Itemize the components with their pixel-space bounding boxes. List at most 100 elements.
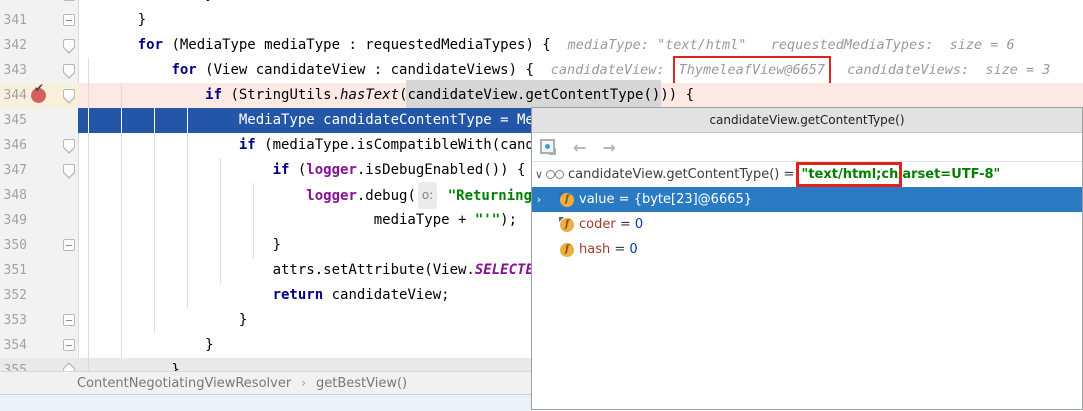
code-segment: }: [104, 12, 146, 28]
fold-marker-icon[interactable]: [63, 314, 75, 326]
variable-name: value: [579, 192, 615, 207]
breadcrumb-separator-icon: ›: [301, 376, 306, 390]
ide-debug-screen: { "colors": { "exec_line_blue": "#2356a6…: [0, 0, 1083, 410]
gutter-cell: 352: [0, 283, 78, 308]
code-segment: "'": [475, 212, 500, 228]
breakpoint-icon[interactable]: [31, 88, 46, 103]
fold-marker-icon[interactable]: [63, 14, 75, 26]
line-number: 340: [0, 0, 27, 8]
gutter-cell: 355: [0, 358, 78, 371]
variable-row[interactable]: fcoder = 0: [532, 212, 1082, 237]
back-arrow-icon[interactable]: ←: [573, 138, 586, 157]
gutter-cell: 341: [0, 8, 78, 33]
fold-marker-icon[interactable]: [63, 164, 75, 179]
code-line-text-area[interactable]: if (StringUtils.hasText(candidateView.ge…: [78, 83, 1083, 108]
forward-arrow-icon[interactable]: →: [602, 138, 615, 157]
gutter-cell: 348: [0, 183, 78, 208]
code-segment: );: [500, 212, 517, 228]
code-segment: (: [289, 162, 306, 178]
code-line-text-area[interactable]: for (MediaType mediaType : requestedMedi…: [78, 33, 1083, 58]
code-line[interactable]: 341 }: [0, 8, 1083, 33]
equals-sign: =: [616, 217, 635, 232]
code-line[interactable]: 342 for (MediaType mediaType : requested…: [0, 33, 1083, 58]
fold-marker-icon[interactable]: [63, 339, 75, 351]
popup-title[interactable]: candidateView.getContentType(): [532, 108, 1082, 133]
result-value: arset=UTF-8": [902, 167, 1000, 182]
code-line-text-area[interactable]: }: [78, 0, 1083, 8]
code-segment: [104, 37, 138, 53]
code-line-text-area[interactable]: }: [78, 358, 531, 371]
fold-marker-icon[interactable]: [63, 89, 75, 104]
code-line[interactable]: 344 if (StringUtils.hasText(candidateVie…: [0, 83, 1083, 108]
variable-name: hash: [579, 242, 610, 257]
code-segment: [104, 62, 171, 78]
code-segment: .isDebugEnabled()) {: [357, 162, 526, 178]
equals-sign: =: [610, 242, 629, 257]
code-segment: }: [104, 0, 214, 3]
variable-value: 0: [629, 242, 637, 257]
code-text: for (MediaType mediaType : requestedMedi…: [78, 33, 1083, 58]
gutter-cell: 351: [0, 258, 78, 283]
bottom-panel-edge: [0, 394, 532, 411]
line-number: 347: [0, 158, 27, 183]
gutter-cell: 346: [0, 133, 78, 158]
code-segment: }: [104, 362, 180, 371]
fold-marker-icon[interactable]: [63, 139, 75, 154]
fold-marker-icon[interactable]: [63, 0, 75, 1]
code-text: }: [78, 358, 531, 371]
code-segment: (StringUtils.: [222, 87, 340, 103]
result-value-highlight-box: "text/html;ch: [796, 162, 903, 187]
field-icon: f: [560, 243, 574, 257]
variable-row[interactable]: fhash = 0: [532, 237, 1082, 262]
code-segment: logger: [306, 188, 357, 204]
code-segment: [104, 188, 306, 204]
expander-chevron-icon[interactable]: ›: [532, 193, 546, 206]
fold-marker-icon[interactable]: [63, 239, 75, 251]
code-line[interactable]: 340 }: [0, 0, 1083, 8]
line-number: 344: [0, 83, 27, 108]
gutter-cell: 349: [0, 208, 78, 233]
code-segment: for: [138, 37, 163, 53]
line-number: 355: [0, 358, 27, 371]
code-segment: [104, 162, 273, 178]
watch-icon: [546, 170, 565, 180]
code-text: }: [78, 0, 1083, 8]
variable-value: 0: [635, 217, 643, 232]
code-segment: [104, 137, 239, 153]
expander-chevron-icon[interactable]: ∨: [532, 168, 546, 181]
gutter-cell: 345: [0, 108, 78, 133]
inline-debug-hint: mediaType: "text/html" requestedMediaTyp…: [568, 37, 1015, 53]
gutter-cell: 347: [0, 158, 78, 183]
parameter-hint-badge: o:: [418, 182, 437, 209]
code-line-text-area[interactable]: }: [78, 8, 1083, 33]
code-text: if (StringUtils.hasText(candidateView.ge…: [78, 83, 1083, 108]
line-number: 341: [0, 8, 27, 33]
code-segment: }: [104, 337, 214, 353]
fold-marker-icon[interactable]: [63, 64, 75, 79]
gutter-cell: 340: [0, 0, 78, 8]
code-segment: if: [205, 87, 222, 103]
inline-debug-hint: candidateViews: size = 3: [831, 62, 1050, 78]
breadcrumb-method[interactable]: getBestView(): [316, 376, 407, 391]
variable-row[interactable]: ∨candidateView.getContentType() = "text/…: [532, 162, 1082, 187]
code-segment: [104, 287, 273, 303]
line-number: 351: [0, 258, 27, 283]
breadcrumb-class[interactable]: ContentNegotiatingViewResolver: [77, 376, 291, 391]
fold-marker-icon[interactable]: [63, 362, 75, 371]
line-number: 348: [0, 183, 27, 208]
fold-marker-icon[interactable]: [63, 39, 75, 54]
code-segment: hasText: [340, 87, 399, 103]
variable-value: {byte[23]@6665}: [634, 192, 752, 207]
variable-row[interactable]: ›fvalue = {byte[23]@6665}: [532, 187, 1082, 212]
code-segment: for: [171, 62, 196, 78]
code-segment: return: [273, 287, 324, 303]
variable-name: coder: [579, 217, 616, 232]
code-segment: [439, 188, 447, 204]
code-text: }: [78, 8, 1083, 33]
line-number: 343: [0, 58, 27, 83]
code-segment: if: [239, 137, 256, 153]
code-segment: )) {: [660, 87, 694, 103]
inspect-icon[interactable]: [540, 139, 557, 156]
line-number: 350: [0, 233, 27, 258]
code-segment: if: [273, 162, 290, 178]
